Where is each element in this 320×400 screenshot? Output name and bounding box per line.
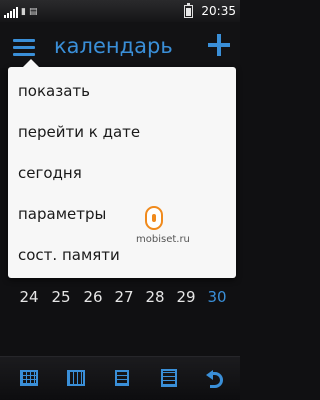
calendar-date[interactable]: 25 bbox=[46, 287, 76, 307]
watermark-text: mobiset.ru bbox=[136, 234, 190, 245]
calendar-date[interactable]: 28 bbox=[140, 287, 170, 307]
signal-icon bbox=[4, 6, 18, 18]
calendar-date-highlighted[interactable]: 30 bbox=[202, 287, 232, 307]
menu-item-settings[interactable]: параметры bbox=[18, 196, 228, 232]
menu-icon[interactable] bbox=[13, 39, 35, 57]
network-icon: ▤ bbox=[28, 7, 38, 17]
week-view-icon[interactable] bbox=[65, 367, 87, 389]
status-icons: ▮ ▤ bbox=[4, 4, 37, 18]
battery-icon bbox=[184, 3, 193, 18]
notes-icon[interactable] bbox=[158, 367, 180, 389]
menu-item-memory-status[interactable]: сост. памяти bbox=[18, 237, 228, 273]
calendar-date[interactable]: 27 bbox=[109, 287, 139, 307]
menu-pointer bbox=[23, 59, 39, 67]
sim-icon: ▮ bbox=[21, 7, 26, 17]
calendar-dates-row: 24 25 26 27 28 29 30 bbox=[14, 287, 240, 307]
calendar-date[interactable]: 29 bbox=[171, 287, 201, 307]
menu-item-today[interactable]: сегодня bbox=[18, 155, 228, 191]
menu-item-go-to-date[interactable]: перейти к дате bbox=[18, 114, 228, 150]
plus-icon[interactable] bbox=[208, 34, 230, 56]
month-view-icon[interactable] bbox=[18, 367, 40, 389]
status-bar: ▮ ▤ 20:35 bbox=[0, 0, 240, 22]
back-icon[interactable] bbox=[204, 367, 226, 389]
calendar-date[interactable]: 24 bbox=[14, 287, 44, 307]
status-time: 20:35 bbox=[201, 4, 236, 18]
watermark-logo-icon bbox=[145, 206, 163, 230]
calendar-date[interactable]: 26 bbox=[78, 287, 108, 307]
bottom-toolbar bbox=[0, 356, 240, 400]
page-title: календарь bbox=[54, 34, 173, 58]
list-view-icon[interactable] bbox=[111, 367, 133, 389]
options-menu: показать перейти к дате сегодня параметр… bbox=[8, 59, 236, 278]
menu-item-show[interactable]: показать bbox=[18, 73, 228, 109]
